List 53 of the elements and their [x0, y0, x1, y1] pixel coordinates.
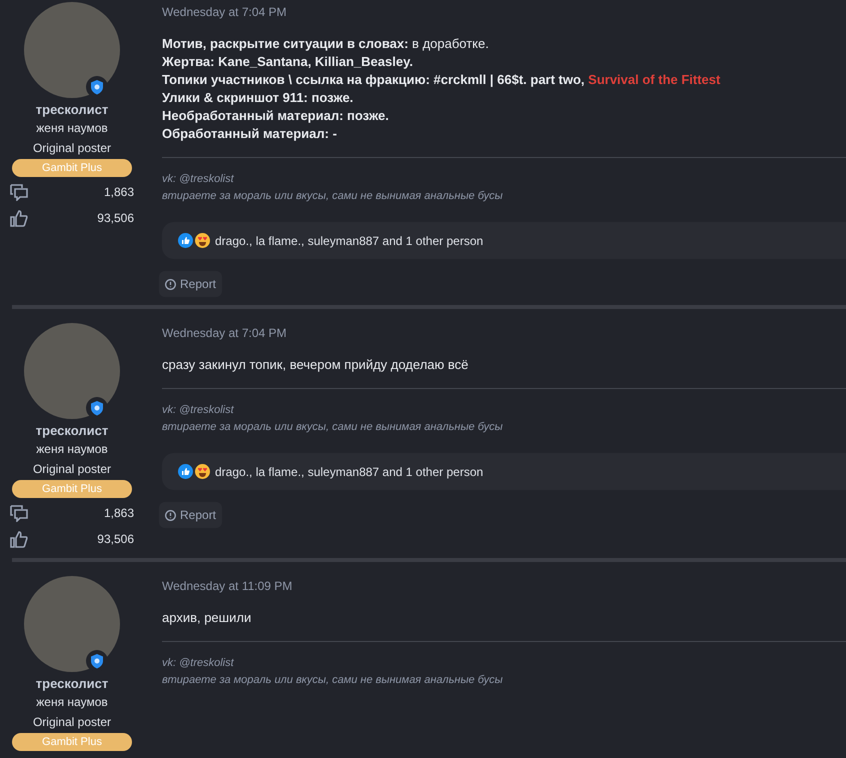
message-line: сразу закинул топик, вечером прийду доделаю всё [162, 356, 470, 374]
thumbs-up-icon [10, 210, 28, 226]
reactions-bar[interactable]: drago., la flame., suleyman887 and 1 other person [162, 222, 846, 259]
user-title: женя наумов [36, 120, 108, 137]
user-badge: Gambit Plus [12, 159, 132, 177]
shield-badge-icon [86, 650, 108, 672]
post-date[interactable]: Wednesday at 7:04 PM [162, 324, 846, 342]
stat-value: 1,863 [104, 505, 134, 522]
message-line: Жертва: Kane_Santana, Killian_Beasley. [162, 53, 414, 71]
report-button[interactable]: Report [159, 502, 222, 528]
user-badge: Gambit Plus [12, 733, 132, 751]
user-badge: Gambit Plus [12, 480, 132, 498]
comments-icon [10, 504, 28, 522]
message-line: Улики & скриншот 911: позже. [162, 89, 354, 107]
original-poster-label: Original poster [32, 714, 112, 731]
shield-badge-icon [86, 397, 108, 419]
signature-line: втираете за мораль или вкусы, сами не вынимая анальные бусы [162, 420, 504, 435]
forum-link[interactable]: Survival of the Fittest [588, 72, 720, 87]
original-poster-label: Original poster [32, 461, 112, 478]
message-line: Топики участников \ ссылка на фракцию: #crckmll | 66$t. part two, Survival of the Fittest [162, 71, 722, 89]
reactions-text[interactable]: drago., la flame., suleyman887 and 1 other person [215, 462, 484, 480]
username[interactable]: тресколист [36, 675, 108, 693]
message-line: Необработанный материал: позже. [162, 107, 390, 125]
message-line: архив, решили [162, 609, 252, 627]
like-reaction-icon [178, 233, 193, 248]
signature-line: втираете за мораль или вкусы, сами не вынимая анальные бусы [162, 189, 504, 204]
alert-icon [165, 510, 176, 520]
alert-icon [165, 278, 176, 290]
thumbs-up-icon [10, 530, 28, 548]
message-line: Мотив, раскрытие ситуации в словах: в доработке. [162, 35, 490, 53]
stat-value: 1,863 [104, 184, 134, 201]
like-reaction-icon [178, 464, 193, 479]
original-poster-label: Original poster [32, 140, 112, 157]
comments-icon [10, 184, 28, 200]
shield-badge-icon [86, 76, 108, 98]
reactions-text[interactable]: drago., la flame., suleyman887 and 1 other person [215, 232, 484, 250]
reactions-bar[interactable]: drago., la flame., suleyman887 and 1 other person [162, 453, 846, 490]
heart-eyes-emoji-icon [195, 464, 210, 479]
stat-value: 93,506 [97, 531, 134, 548]
post-date[interactable]: Wednesday at 11:09 PM [162, 577, 846, 595]
report-button[interactable]: Report [159, 271, 222, 297]
signature-line: втираете за мораль или вкусы, сами не вынимая анальные бусы [162, 673, 504, 688]
signature-line: vk: @treskolist [162, 172, 235, 187]
username[interactable]: тресколист [36, 422, 108, 440]
heart-eyes-emoji-icon [195, 233, 210, 248]
message-line: Обработанный материал: - [162, 125, 338, 143]
user-title: женя наумов [36, 694, 108, 711]
user-title: женя наумов [36, 441, 108, 458]
stat-value: 93,506 [97, 210, 134, 227]
username[interactable]: тресколист [36, 101, 108, 119]
signature-line: vk: @treskolist [162, 403, 235, 418]
signature-line: vk: @treskolist [162, 656, 235, 671]
post-date[interactable]: Wednesday at 7:04 PM [162, 3, 846, 21]
